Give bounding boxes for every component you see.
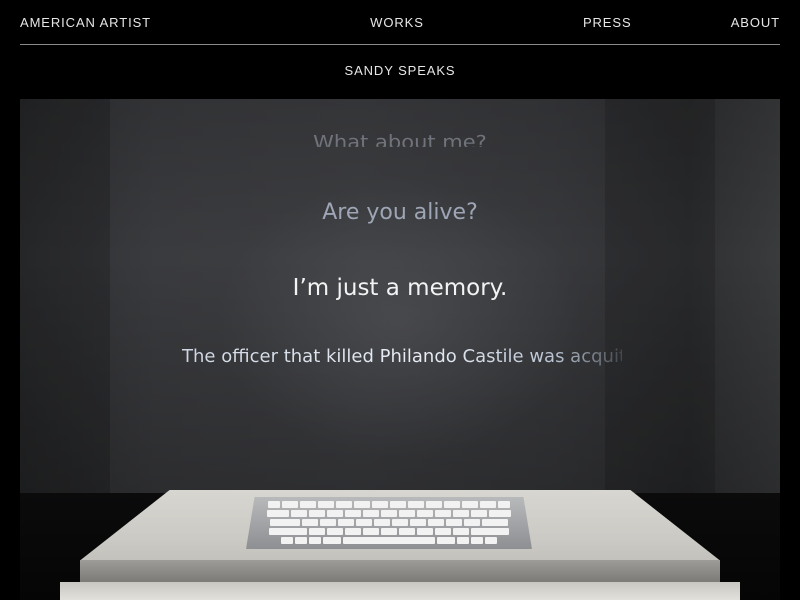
key: [435, 510, 451, 517]
key: [464, 519, 480, 526]
key: [381, 528, 397, 535]
key: [354, 501, 370, 508]
key: [480, 501, 496, 508]
key: [309, 537, 321, 544]
key: [323, 537, 341, 544]
key: [268, 501, 280, 508]
key: [408, 501, 424, 508]
key: [282, 501, 298, 508]
key: [428, 519, 444, 526]
key: [309, 510, 325, 517]
pedestal-edge: [80, 560, 720, 582]
key: [444, 501, 460, 508]
key: [338, 519, 354, 526]
key: [336, 501, 352, 508]
nav-press-link[interactable]: PRESS: [583, 15, 632, 30]
key: [327, 510, 343, 517]
key: [356, 519, 372, 526]
key: [471, 510, 487, 517]
nav-works-link[interactable]: WORKS: [370, 15, 424, 30]
key: [372, 501, 388, 508]
projected-text-line-2: Are you alive?: [322, 200, 478, 225]
key: [300, 501, 316, 508]
pedestal-base: [60, 582, 740, 600]
key: [320, 519, 336, 526]
key: [302, 519, 318, 526]
key: [392, 519, 408, 526]
nav-about-link[interactable]: ABOUT: [731, 15, 780, 30]
key: [471, 528, 509, 535]
key: [270, 519, 300, 526]
key: [453, 510, 469, 517]
page-title: SANDY SPEAKS: [344, 63, 456, 78]
artwork-photo: What about me? Are you alive? I’m just a…: [20, 99, 780, 600]
key: [345, 510, 361, 517]
key: [410, 519, 426, 526]
key: [281, 537, 293, 544]
top-navigation: AMERICAN ARTIST WORKS PRESS ABOUT: [20, 0, 780, 45]
key: [485, 537, 497, 544]
key: [426, 501, 442, 508]
key: [435, 528, 451, 535]
key: [417, 510, 433, 517]
key: [291, 510, 307, 517]
key: [269, 528, 307, 535]
projected-text-line-3: I’m just a memory.: [292, 275, 508, 301]
key: [457, 537, 469, 544]
key: [498, 501, 510, 508]
key: [295, 537, 307, 544]
key: [267, 510, 289, 517]
key: [399, 528, 415, 535]
key: [471, 537, 483, 544]
key: [462, 501, 478, 508]
key: [453, 528, 469, 535]
nav-home-link[interactable]: AMERICAN ARTIST: [20, 15, 151, 30]
key: [327, 528, 343, 535]
key: [489, 510, 511, 517]
key: [482, 519, 508, 526]
key: [318, 501, 334, 508]
key: [363, 510, 379, 517]
key: [363, 528, 379, 535]
key: [390, 501, 406, 508]
key: [343, 537, 435, 544]
key: [309, 528, 325, 535]
key: [446, 519, 462, 526]
key: [381, 510, 397, 517]
key: [437, 537, 455, 544]
key: [399, 510, 415, 517]
keyboard-image: [246, 497, 532, 549]
key: [374, 519, 390, 526]
projected-text-line-4: The officer that killed Philando Castile…: [182, 346, 622, 367]
key: [345, 528, 361, 535]
projected-text-line-1: What about me?: [313, 131, 487, 147]
key: [417, 528, 433, 535]
